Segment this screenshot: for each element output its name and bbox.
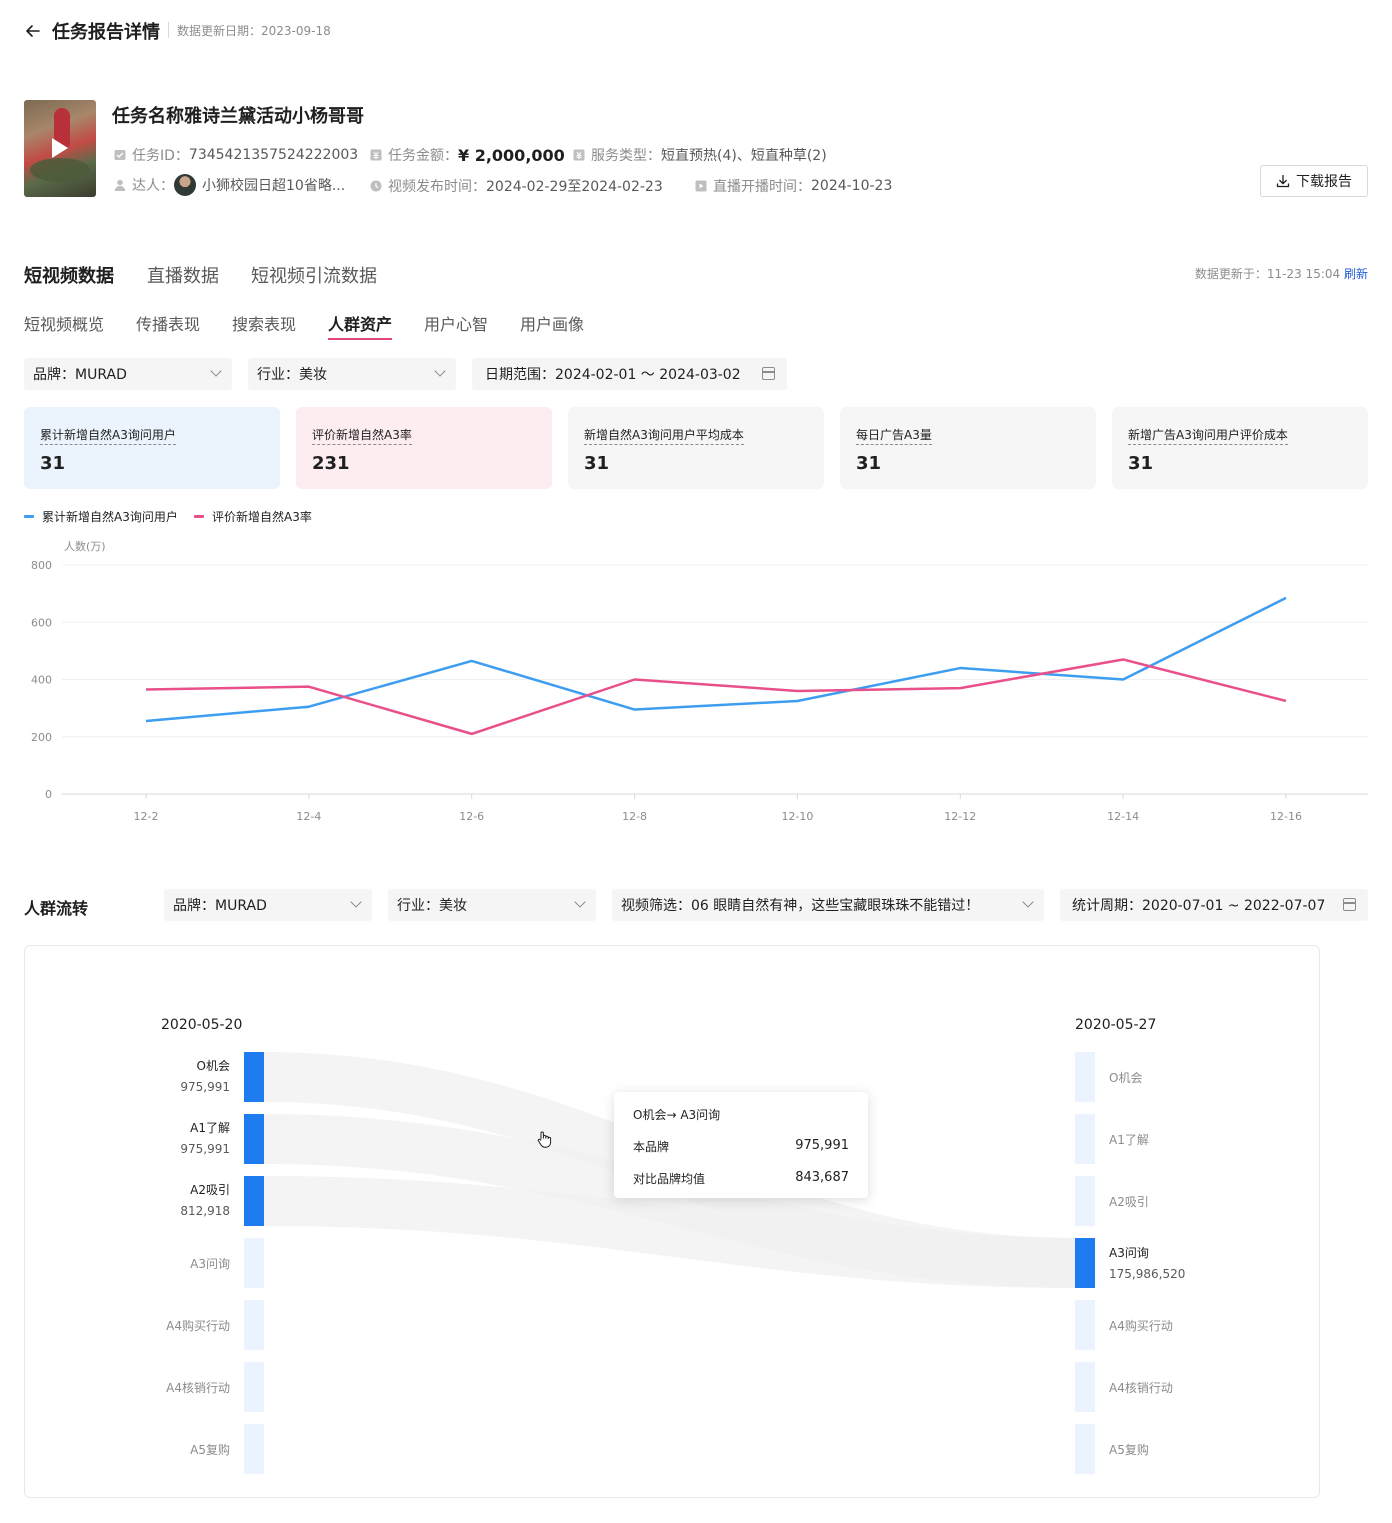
left-stage-label: A2吸引 812,918 — [180, 1183, 230, 1218]
left-stage-bar[interactable] — [244, 1114, 264, 1164]
right-stage-bar[interactable] — [1075, 1300, 1095, 1350]
tooltip-label: 对比品牌均值 — [633, 1172, 706, 1186]
left-stage-label: A5复购 — [190, 1443, 230, 1457]
tooltip-label: 本品牌 — [633, 1140, 670, 1154]
flow-tooltip: O机会→ A3问询 本品牌 975,991 对比品牌均值 843,687 — [614, 1092, 868, 1198]
right-stage-label: A5复购 — [1109, 1443, 1149, 1457]
left-stage-label: A1了解 975,991 — [180, 1121, 230, 1156]
right-stage-bar[interactable] — [1075, 1052, 1095, 1102]
right-stage-label: A3问询 175,986,520 — [1109, 1246, 1186, 1281]
right-stage-label: A2吸引 — [1109, 1195, 1149, 1209]
left-stage-bar[interactable] — [244, 1362, 264, 1412]
hand-cursor-icon — [537, 1131, 552, 1148]
tooltip-value: 975,991 — [795, 1138, 849, 1153]
left-stage-label: A4核销行动 — [166, 1381, 230, 1395]
left-stage-bar[interactable] — [244, 1052, 264, 1102]
left-stage-bar[interactable] — [244, 1238, 264, 1288]
right-stage-label: O机会 — [1109, 1071, 1143, 1085]
right-stage-bar[interactable] — [1075, 1424, 1095, 1474]
left-stage-bar[interactable] — [244, 1176, 264, 1226]
left-stage-label: A4购买行动 — [166, 1319, 230, 1333]
left-stage-bar[interactable] — [244, 1300, 264, 1350]
left-stage-label: O机会 975,991 — [180, 1059, 230, 1094]
tooltip-value: 843,687 — [795, 1170, 849, 1185]
right-stage-bar[interactable] — [1075, 1114, 1095, 1164]
left-stage-bar[interactable] — [244, 1424, 264, 1474]
sankey-flows — [264, 1052, 1075, 1288]
right-stage-label: A4购买行动 — [1109, 1319, 1173, 1333]
right-stage-label: A4核销行动 — [1109, 1381, 1173, 1395]
right-date: 2020-05-27 — [1075, 1017, 1157, 1033]
right-stage-bar[interactable] — [1075, 1362, 1095, 1412]
tooltip-title: O机会→ A3问询 — [633, 1108, 721, 1122]
tooltip-row: 本品牌 975,991 — [633, 1138, 849, 1155]
left-date: 2020-05-20 — [161, 1017, 243, 1033]
right-stage-bar[interactable] — [1075, 1238, 1095, 1288]
left-stage-label: A3问询 — [190, 1257, 230, 1271]
tooltip-row: 对比品牌均值 843,687 — [633, 1170, 849, 1187]
right-stage-bar[interactable] — [1075, 1176, 1095, 1226]
right-stage-label: A1了解 — [1109, 1133, 1149, 1147]
